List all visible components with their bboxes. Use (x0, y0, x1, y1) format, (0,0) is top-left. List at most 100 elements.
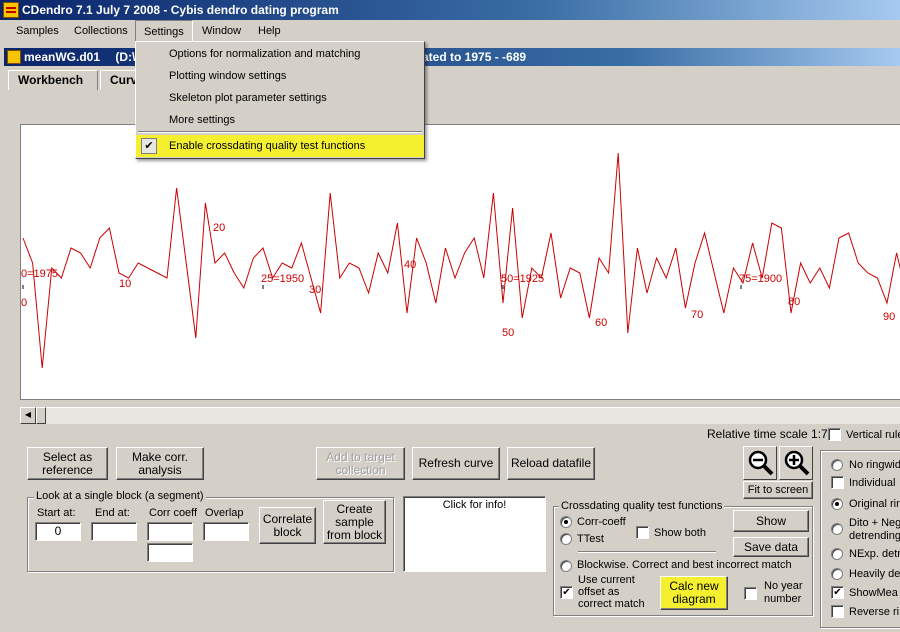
menu-settings[interactable]: Settings (135, 20, 193, 42)
info-box[interactable]: Click for info! (403, 496, 546, 572)
show-mean-checkbox[interactable]: ✔ (831, 586, 844, 599)
use-offset-label: Use current offset as correct match (578, 574, 645, 610)
corr-coeff-option-label: Corr-coeff (577, 516, 626, 528)
document-icon (7, 50, 21, 64)
menu-separator (138, 131, 422, 133)
heavily-detrended-radio[interactable] (831, 568, 843, 580)
quality-test-title: Crossdating quality test functions (559, 500, 725, 512)
no-year-number-label: No year number (764, 580, 803, 605)
document-path: (D:\ (115, 50, 136, 64)
individual-checkbox[interactable] (831, 476, 844, 489)
make-correlation-analysis-button[interactable]: Make corr. analysis (116, 447, 204, 480)
reload-datafile-button[interactable]: Reload datafile (507, 447, 595, 480)
create-sample-from-block-button[interactable]: Create sample from block (323, 500, 386, 544)
single-block-title: Look at a single block (a segment) (34, 490, 206, 502)
end-at-field[interactable] (91, 522, 137, 541)
menu-collections[interactable]: Collections (66, 20, 136, 42)
nexp-detrending-radio[interactable] (831, 548, 843, 560)
tab-curves[interactable]: Curv (100, 70, 140, 90)
reverse-ring-label: Reverse ri (849, 606, 900, 618)
settings-dropdown-menu: Options for normalization and matching P… (135, 41, 425, 159)
zoom-in-icon (784, 450, 810, 476)
corr-coeff-field[interactable] (147, 522, 193, 541)
add-to-target-collection-button[interactable]: Add to target collection (316, 447, 405, 480)
scroll-thumb[interactable] (36, 407, 46, 424)
curve-label: 30 (309, 284, 321, 296)
app-title-bar: CDendro 7.1 July 7 2008 - Cybis dendro d… (0, 0, 900, 20)
curve-label: 60 (595, 317, 607, 329)
time-scale-label: Relative time scale 1:7 (707, 427, 828, 441)
menu-help[interactable]: Help (250, 20, 289, 42)
show-mean-label: ShowMea (849, 587, 898, 599)
show-both-checkbox[interactable] (636, 526, 649, 539)
zoom-out-icon (748, 450, 774, 476)
curve-label: 70 (691, 309, 703, 321)
dito-neg-detrending-radio[interactable] (831, 523, 843, 535)
tab-workbench[interactable]: Workbench (8, 70, 98, 90)
curve-label: 40 (404, 259, 416, 271)
show-button[interactable]: Show (733, 510, 809, 532)
curve-label: 10 (119, 278, 131, 290)
save-data-button[interactable]: Save data (733, 537, 809, 557)
original-ringwidth-label: Original rin (849, 498, 900, 510)
fit-to-screen-button[interactable]: Fit to screen (743, 481, 813, 499)
overlap-label: Overlap (205, 507, 244, 519)
menu-option-enable-crossdating[interactable]: ✔ Enable crossdating quality test functi… (136, 135, 424, 157)
ringwidth-series-line (22, 152, 900, 369)
ttest-option-label: TTest (577, 533, 604, 545)
menu-option-normalization[interactable]: Options for normalization and matching (136, 43, 424, 65)
heavily-detrended-label: Heavily de (849, 568, 900, 580)
curve-label: 25=1950 (261, 273, 304, 285)
curve-svg: 0=1975 10 20 25=1950 30 40 50=1925 50 60 70 75=190… (21, 152, 900, 369)
menu-option-skeleton-plot[interactable]: Skeleton plot parameter settings (136, 87, 424, 109)
menu-samples[interactable]: Samples (8, 20, 67, 42)
vertical-rule-label: Vertical rule (846, 429, 900, 441)
menu-option-enable-crossdating-label: Enable crossdating quality test function… (169, 140, 366, 152)
original-ringwidth-radio[interactable] (831, 498, 843, 510)
curve-label: 0=1975 (21, 268, 58, 280)
start-at-label: Start at: (37, 507, 76, 519)
menu-option-more-settings[interactable]: More settings (136, 109, 424, 131)
scroll-left-button[interactable]: ◀ (20, 407, 36, 424)
no-year-number-checkbox[interactable] (744, 587, 757, 600)
document-dating: ated to 1975 - -689 (422, 50, 527, 64)
use-offset-checkbox[interactable]: ✔ (560, 586, 573, 599)
menu-window[interactable]: Window (194, 20, 249, 42)
curve-label: 50=1925 (501, 273, 544, 285)
correlate-block-button[interactable]: Correlate block (259, 507, 316, 544)
curve-label: 0 (21, 297, 27, 309)
dito-neg-detrending-label: Dito + Neg detrending (849, 517, 900, 542)
curve-label: 20 (213, 222, 225, 234)
ttest-radio[interactable] (560, 533, 572, 545)
vertical-rule-checkbox[interactable] (828, 428, 841, 441)
start-at-field[interactable]: 0 (35, 522, 81, 541)
show-both-label: Show both (654, 527, 706, 539)
menu-option-plotting-window[interactable]: Plotting window settings (136, 65, 424, 87)
curve-label: 80 (788, 296, 800, 308)
no-ringwidth-radio[interactable] (831, 459, 843, 471)
individual-label: Individual (849, 477, 896, 489)
check-icon: ✔ (141, 138, 157, 154)
curve-label: 75=1900 (739, 273, 782, 285)
curve-label: 50 (502, 327, 514, 339)
reverse-ring-checkbox[interactable] (831, 605, 844, 618)
curve-label: 90 (883, 311, 895, 323)
refresh-curve-button[interactable]: Refresh curve (412, 447, 500, 480)
horizontal-scrollbar[interactable] (20, 407, 900, 424)
end-at-label: End at: (95, 507, 130, 519)
calc-new-diagram-button[interactable]: Calc new diagram (660, 576, 728, 610)
curve-plot[interactable]: 0=1975 10 20 25=1950 30 40 50=1925 50 60 70 75=190… (20, 124, 900, 400)
quality-divider (578, 551, 716, 553)
zoom-out-button[interactable] (743, 446, 777, 480)
select-reference-button[interactable]: Select as reference (27, 447, 108, 480)
corr-coeff-radio[interactable] (560, 516, 572, 528)
zoom-in-button[interactable] (779, 446, 813, 480)
app-icon (3, 2, 19, 18)
blockwise-radio[interactable] (560, 560, 572, 572)
corr-coeff-label: Corr coeff (149, 507, 198, 519)
document-name: meanWG.d01 (24, 50, 101, 64)
blockwise-option-label: Blockwise. Correct and best incorrect ma… (577, 559, 792, 571)
nexp-detrending-label: NExp. detr (849, 548, 900, 560)
corr-coeff-field-2[interactable] (147, 543, 193, 562)
overlap-field[interactable] (203, 522, 249, 541)
